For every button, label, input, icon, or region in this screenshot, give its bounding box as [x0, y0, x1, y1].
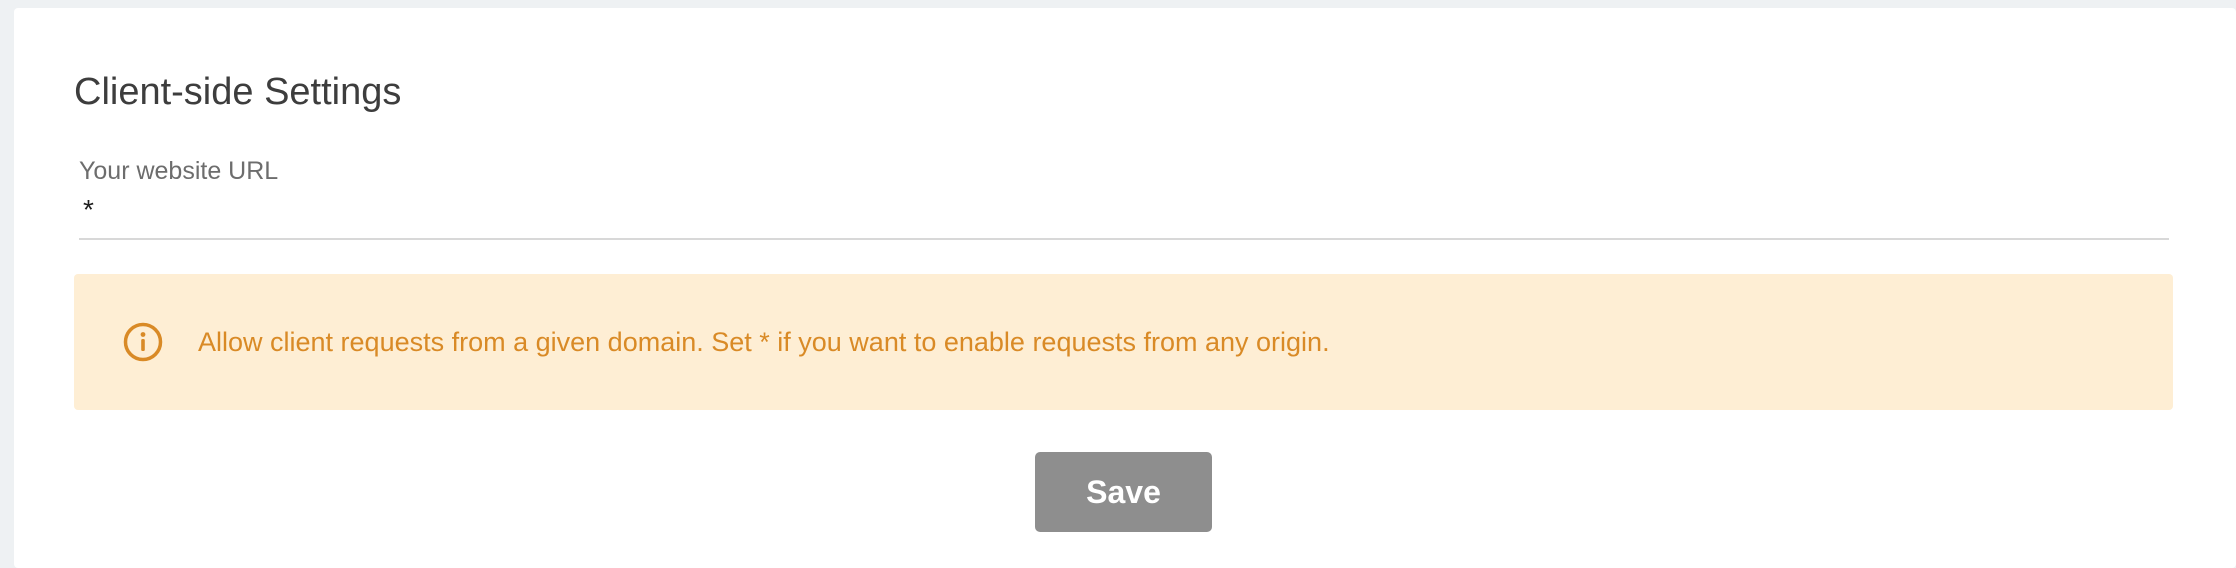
website-url-label: Your website URL: [79, 157, 279, 185]
save-button[interactable]: Save: [1035, 452, 1212, 532]
info-alert: Allow client requests from a given domai…: [74, 274, 2173, 410]
settings-card: Client-side Settings Your website URL Al…: [14, 8, 2236, 568]
info-circle-icon: [122, 321, 164, 363]
website-url-field: Your website URL: [79, 156, 2169, 240]
section-title: Client-side Settings: [74, 71, 402, 113]
info-alert-message: Allow client requests from a given domai…: [198, 326, 1330, 357]
website-url-input[interactable]: [79, 194, 2169, 240]
